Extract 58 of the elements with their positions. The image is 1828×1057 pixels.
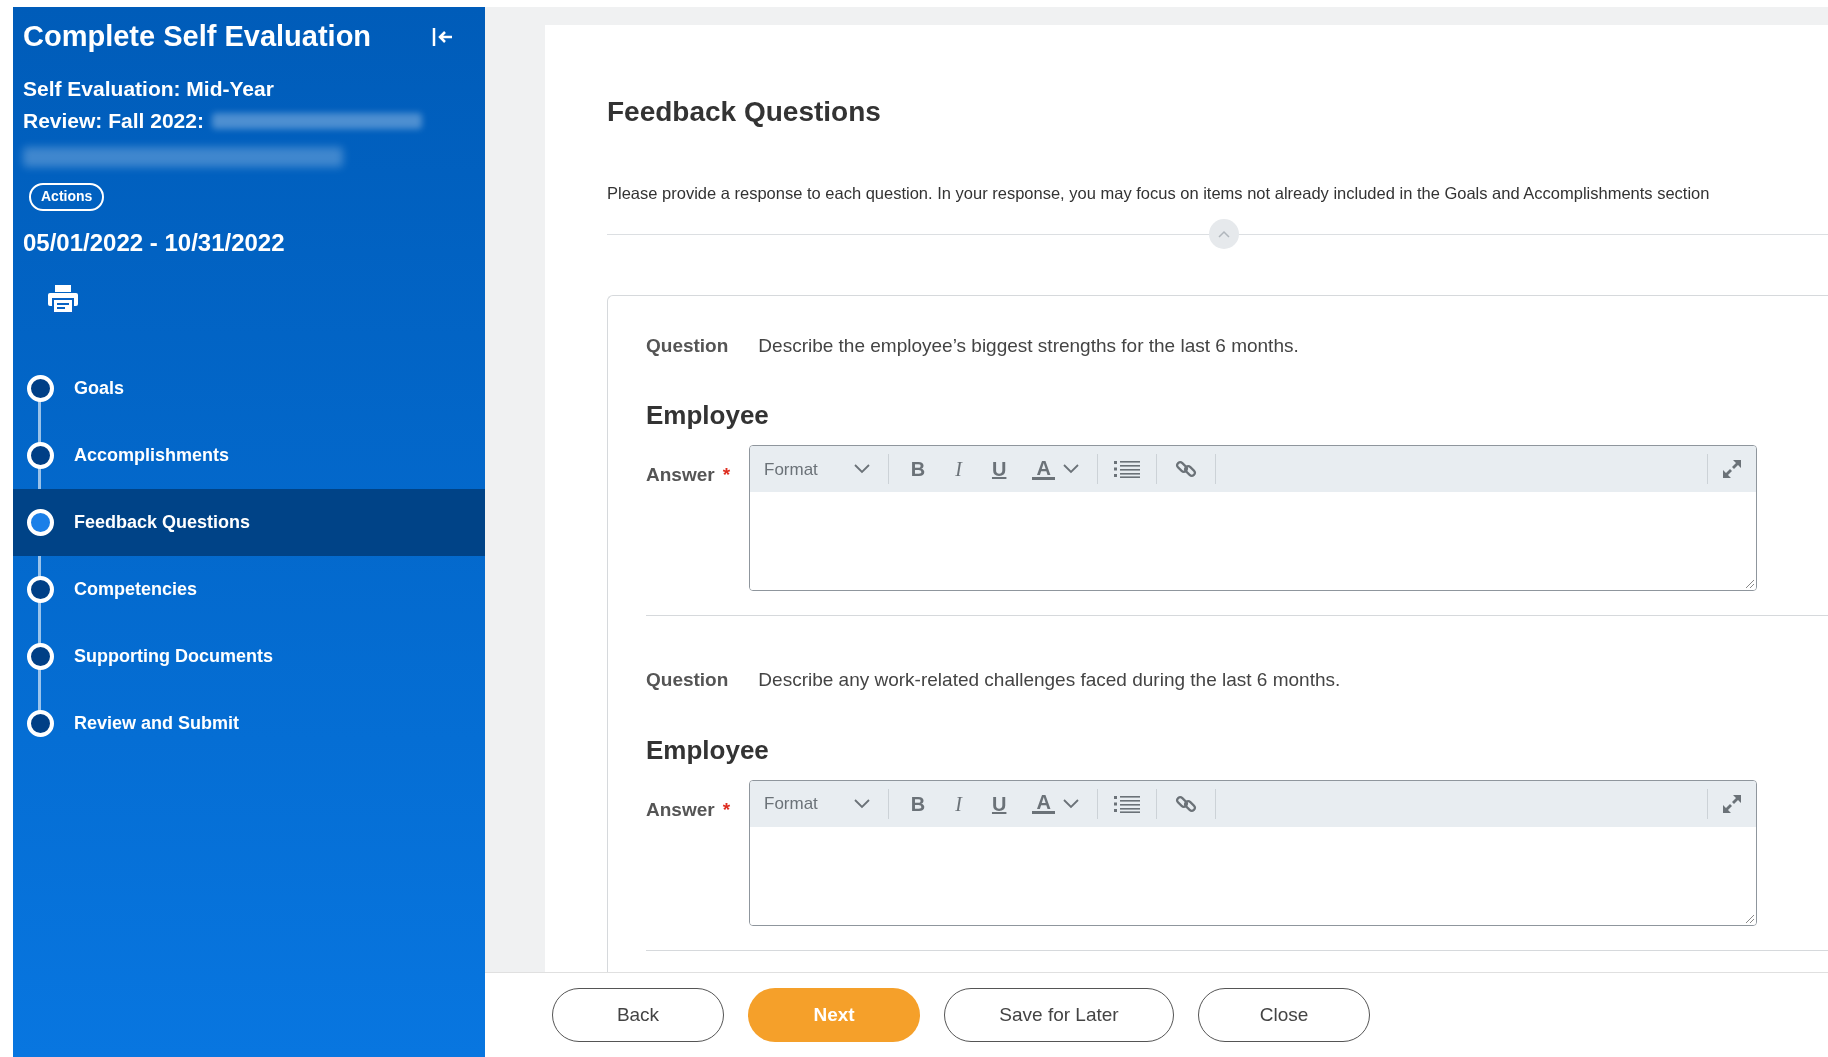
footer-button[interactable]: Next	[748, 988, 920, 1042]
chevron-down-icon[interactable]	[1062, 464, 1079, 475]
review-title: Review: Fall 2022:	[23, 107, 204, 134]
section-heading: Employee	[646, 399, 770, 433]
rich-text-editor[interactable]: Format B I U A	[749, 445, 1757, 592]
question-label: Question	[646, 668, 729, 693]
question-text: Describe the employee’s biggest strengths for the last 6 months.	[758, 333, 1299, 358]
italic-button[interactable]: I	[951, 454, 966, 485]
resize-handle-icon[interactable]	[1743, 577, 1755, 590]
chevron-down-icon	[853, 464, 870, 475]
color-button[interactable]: A	[1032, 793, 1055, 815]
step-marker-icon	[27, 441, 54, 469]
step-marker-icon	[27, 374, 54, 402]
question-text: Describe any work-related challenges faced during the last 6 months.	[758, 668, 1341, 693]
step-label: Feedback Questions	[74, 510, 251, 534]
rich-text-editor[interactable]: Format B I U A	[749, 779, 1757, 926]
footer-button[interactable]: Back	[552, 988, 724, 1042]
required-mark: *	[722, 463, 731, 488]
italic-button[interactable]: I	[951, 788, 966, 819]
step-label: Accomplishments	[74, 443, 230, 467]
format-dropdown[interactable]: Format	[750, 454, 889, 485]
underline-button[interactable]: U	[987, 788, 1011, 819]
step-item[interactable]: Supporting Documents	[13, 622, 485, 690]
answer-label: Answer	[646, 463, 715, 488]
bold-button[interactable]: B	[906, 454, 930, 485]
section-heading: Employee	[646, 733, 770, 767]
step-label: Goals	[74, 376, 125, 400]
step-label: Review and Submit	[74, 711, 240, 735]
actions-button[interactable]: Actions	[29, 182, 105, 211]
step-item[interactable]: Goals	[13, 354, 485, 422]
color-button[interactable]: A	[1032, 458, 1055, 480]
underline-button[interactable]: U	[987, 454, 1011, 485]
page-heading: Feedback Questions	[607, 95, 882, 129]
step-marker-icon	[27, 575, 54, 603]
required-mark: *	[722, 797, 731, 822]
bold-button[interactable]: B	[906, 788, 930, 819]
step-label: Supporting Documents	[74, 644, 273, 668]
chevron-down-icon[interactable]	[1062, 798, 1079, 809]
step-item[interactable]: Competencies	[13, 555, 485, 623]
sidebar-title: Complete Self Evaluation	[23, 19, 372, 54]
review-title: Self Evaluation: Mid-Year	[23, 75, 274, 102]
question-label: Question	[646, 333, 729, 358]
step-item[interactable]: Review and Submit	[13, 689, 485, 757]
footer-button[interactable]: Save for Later	[944, 988, 1174, 1042]
print-icon[interactable]	[47, 282, 79, 315]
step-marker-icon	[27, 508, 54, 536]
footer-button[interactable]: Close	[1198, 988, 1370, 1042]
step-item[interactable]: Accomplishments	[13, 421, 485, 489]
step-marker-icon	[27, 642, 54, 670]
date-range: 05/01/2022 - 10/31/2022	[22, 227, 286, 258]
step-label: Competencies	[74, 577, 198, 601]
answer-label: Answer	[646, 797, 715, 822]
step-marker-icon	[27, 709, 54, 737]
chevron-down-icon	[853, 798, 870, 809]
step-item[interactable]: Feedback Questions	[13, 488, 485, 556]
instructions-text: Please provide a response to each question. In your response, you may focus on items not already included in the Goals and Accomplishments section	[607, 183, 1711, 204]
format-dropdown[interactable]: Format	[750, 788, 889, 819]
chevron-up-icon	[1218, 229, 1230, 238]
